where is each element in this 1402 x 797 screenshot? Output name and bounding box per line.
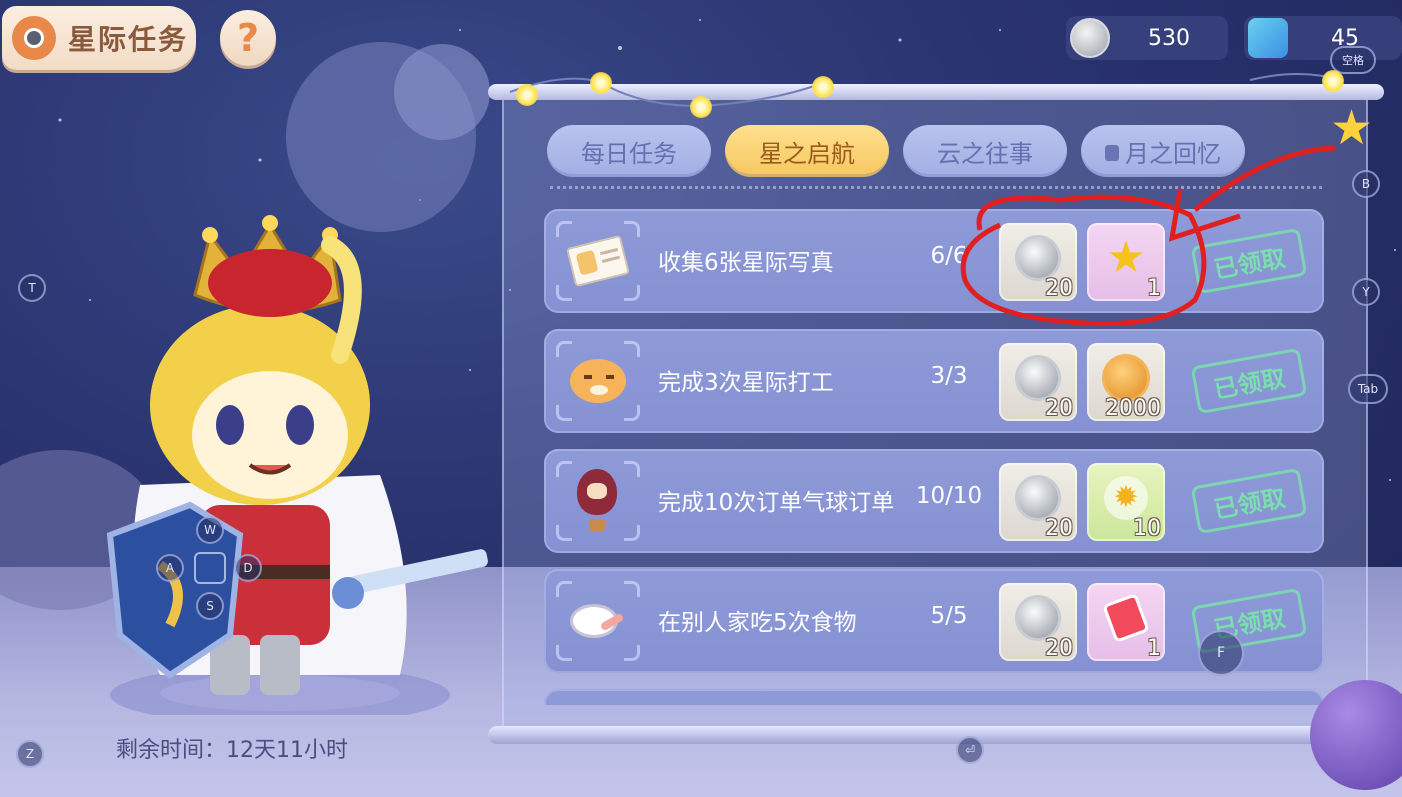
key-hint-y[interactable]: Y <box>1352 278 1380 306</box>
reward-quantity: 20 <box>1045 276 1073 301</box>
key-hint-enter[interactable]: ⏎ <box>956 736 984 764</box>
light-bulb <box>1322 70 1344 92</box>
dpad-icon <box>194 552 226 584</box>
key-hint-w[interactable]: W <box>196 516 224 544</box>
task-row: 收集6张星际写真 6/6 20 ★ 1 已领取 <box>544 209 1324 313</box>
task-progress: 3/3 <box>930 363 968 389</box>
panel-top-rail <box>488 84 1384 100</box>
reward-star[interactable]: ★ 1 <box>1087 223 1165 301</box>
coin-balance: 530 <box>1066 16 1228 60</box>
bronze-coin-icon <box>1102 354 1150 402</box>
task-icon-frame <box>556 461 640 541</box>
reward-bronze-coin[interactable]: 2000 <box>1087 343 1165 421</box>
panel-bottom-rail <box>488 726 1388 744</box>
task-list[interactable]: 收集6张星际写真 6/6 20 ★ 1 已领取 完成3次星际打工 3/3 20 … <box>544 209 1324 705</box>
gem-balance: 45 <box>1244 16 1402 60</box>
task-name: 收集6张星际写真 <box>658 250 834 276</box>
reward-coin[interactable]: 20 <box>999 463 1077 541</box>
gold-star-icon: ★ <box>1106 232 1146 283</box>
task-tabs: 每日任务 星之启航 云之往事 月之回忆 <box>547 125 1245 177</box>
key-hint-a[interactable]: A <box>156 554 184 582</box>
task-row: 完成3次星际打工 3/3 20 2000 已领取 <box>544 329 1324 433</box>
light-bulb <box>690 96 712 118</box>
task-progress: 5/5 <box>930 603 968 629</box>
photo-card-icon <box>565 233 631 289</box>
task-name: 在别人家吃5次食物 <box>658 610 857 636</box>
task-row: 完成10次订单气球订单 10/10 20 ✹ 10 已领取 <box>544 449 1324 553</box>
reward-coin[interactable]: 20 <box>999 343 1077 421</box>
light-bulb <box>812 76 834 98</box>
food-card-icon <box>1102 593 1150 643</box>
coin-balance-value: 530 <box>1148 25 1190 51</box>
key-hint-t[interactable]: T <box>18 274 46 302</box>
task-progress: 6/6 <box>930 243 968 269</box>
help-button[interactable]: ? <box>220 10 276 66</box>
key-hint-d[interactable]: D <box>234 554 262 582</box>
reward-food-card[interactable]: 1 <box>1087 583 1165 661</box>
silver-coin-icon <box>1015 235 1061 281</box>
lock-icon <box>1105 145 1119 161</box>
task-row-partial <box>544 689 1324 705</box>
remaining-time: 剩余时间：12天11小时 <box>116 738 348 763</box>
task-icon-frame <box>556 581 640 661</box>
back-button[interactable]: 星际任务 <box>2 6 196 70</box>
silver-coin-icon <box>1015 475 1061 521</box>
key-hint-b[interactable]: B <box>1352 170 1380 198</box>
key-hint-tab[interactable]: Tab <box>1348 374 1388 404</box>
tab-moon-memory-label: 月之回忆 <box>1125 139 1221 168</box>
light-bulb <box>590 72 612 94</box>
reward-quantity: 20 <box>1045 516 1073 541</box>
reward-quantity: 1 <box>1147 276 1161 301</box>
task-icon-frame <box>556 341 640 421</box>
tab-cloud-past[interactable]: 云之往事 <box>903 125 1067 177</box>
key-hint-z[interactable]: Z <box>16 740 44 768</box>
reward-quantity: 10 <box>1133 516 1161 541</box>
claimed-stamp: 已领取 <box>1190 467 1308 535</box>
task-name: 完成10次订单气球订单 <box>658 490 895 516</box>
claimed-stamp: 已领取 <box>1190 227 1308 295</box>
gem-plus-icon[interactable] <box>1248 18 1288 58</box>
sun-badge-icon: ✹ <box>1104 476 1148 520</box>
reward-coin[interactable]: 20 <box>999 583 1077 661</box>
reward-quantity: 20 <box>1045 396 1073 421</box>
page-title: 星际任务 <box>68 23 189 56</box>
task-name: 完成3次星际打工 <box>658 370 834 396</box>
claimed-stamp: 已领取 <box>1190 347 1308 415</box>
task-icon-frame <box>556 221 640 301</box>
tab-daily[interactable]: 每日任务 <box>547 125 711 177</box>
dish-icon <box>570 593 626 649</box>
tab-moon-memory[interactable]: 月之回忆 <box>1081 125 1245 177</box>
back-arrow-icon <box>12 16 56 60</box>
tabs-divider <box>550 186 1322 189</box>
reward-sun-badge[interactable]: ✹ 10 <box>1087 463 1165 541</box>
hot-air-balloon-icon <box>570 469 626 531</box>
gold-star-ornament-icon: ★ <box>1330 100 1374 156</box>
reward-coin[interactable]: 20 <box>999 223 1077 301</box>
player-character <box>100 205 500 725</box>
task-progress: 10/10 <box>915 483 983 509</box>
silver-coin-icon <box>1070 18 1110 58</box>
tab-star-voyage[interactable]: 星之启航 <box>725 125 889 177</box>
light-bulb <box>516 84 538 106</box>
reward-quantity: 20 <box>1045 636 1073 661</box>
wasd-control[interactable]: W A D S <box>150 514 270 624</box>
key-hint-s[interactable]: S <box>196 592 224 620</box>
reward-quantity: 1 <box>1147 636 1161 661</box>
silver-coin-icon <box>1015 595 1061 641</box>
cat-face-icon <box>570 353 626 409</box>
planet-decoration-small <box>394 44 490 140</box>
key-hint-f[interactable]: F <box>1198 630 1244 676</box>
reward-quantity: 2000 <box>1105 396 1161 421</box>
silver-coin-icon <box>1015 355 1061 401</box>
